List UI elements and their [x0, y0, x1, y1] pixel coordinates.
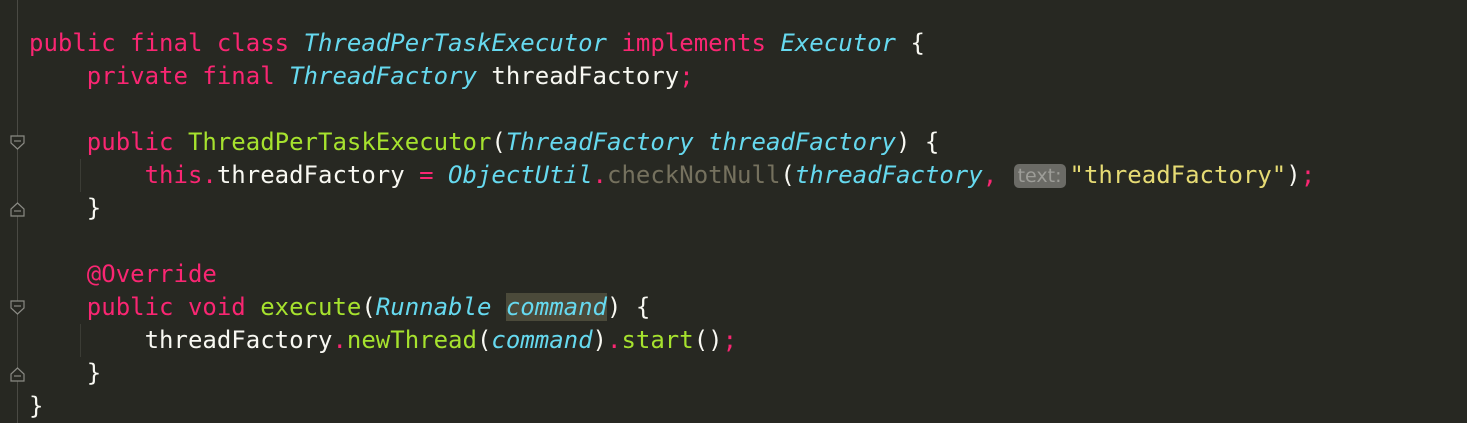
method-name: newThread: [346, 326, 477, 354]
code-line-6: }: [29, 192, 101, 225]
paren: ): [1286, 161, 1301, 189]
code-line-1: public final class ThreadPerTaskExecutor…: [29, 27, 925, 60]
class-name: ObjectUtil: [448, 161, 593, 189]
paren: (: [491, 128, 506, 156]
paren-brace: ) {: [607, 293, 651, 321]
dot: .: [332, 326, 347, 354]
param-type: Runnable: [375, 293, 492, 321]
parameter-hint: text:: [1013, 164, 1066, 188]
keyword: public: [86, 128, 174, 156]
method-name: execute: [260, 293, 362, 321]
type-name: ThreadFactory: [289, 62, 477, 90]
operator: =: [419, 161, 434, 189]
paren: (: [476, 326, 492, 354]
constructor-name: ThreadPerTaskExecutor: [187, 128, 492, 156]
keyword: private: [86, 62, 188, 90]
string-literal: "threadFactory": [1069, 161, 1287, 189]
code-line-2: private final ThreadFactory threadFactor…: [29, 60, 694, 93]
comma: ,: [982, 161, 998, 189]
paren: ): [592, 326, 607, 354]
fold-end-icon[interactable]: [10, 366, 25, 382]
keyword: final: [130, 29, 203, 57]
paren: (: [361, 293, 376, 321]
keyword: this: [144, 161, 203, 189]
brace: }: [29, 392, 44, 420]
field-name: threadFactory: [491, 62, 680, 90]
class-name: ThreadPerTaskExecutor: [303, 29, 607, 57]
parens: (): [693, 326, 723, 354]
code-line-12: }: [29, 390, 43, 423]
brace: }: [86, 359, 102, 387]
keyword: void: [187, 293, 246, 321]
fold-start-icon[interactable]: [10, 300, 25, 316]
param-type: ThreadFactory: [505, 128, 694, 156]
argument: threadFactory: [794, 161, 983, 189]
keyword: final: [202, 62, 275, 90]
code-editor[interactable]: public final class ThreadPerTaskExecutor…: [0, 0, 1467, 423]
field-name: threadFactory: [216, 161, 405, 189]
fold-start-icon[interactable]: [10, 135, 25, 151]
param-name: threadFactory: [708, 128, 896, 156]
semicolon: ;: [679, 62, 694, 90]
method-name: start: [621, 326, 694, 354]
fold-end-icon[interactable]: [10, 201, 25, 217]
method-name: checkNotNull: [607, 161, 781, 189]
dot: .: [202, 161, 217, 189]
semicolon: ;: [1300, 161, 1316, 189]
field-name: threadFactory: [144, 326, 333, 354]
interface-name: Executor: [780, 29, 896, 57]
code-line-4: public ThreadPerTaskExecutor(ThreadFacto…: [29, 126, 940, 159]
dot: .: [592, 161, 607, 189]
semicolon: ;: [722, 326, 738, 354]
paren: (: [780, 161, 795, 189]
param-name-highlighted: command: [505, 293, 608, 321]
code-line-9: public void execute(Runnable command) {: [29, 291, 650, 324]
code-line-10: threadFactory.newThread(command).start()…: [29, 324, 737, 357]
dot: .: [607, 326, 622, 354]
code-line-8: @Override: [29, 258, 217, 291]
brace: {: [910, 29, 925, 57]
brace: }: [86, 194, 102, 222]
paren-brace: ) {: [895, 128, 940, 156]
annotation: @Override: [86, 260, 217, 288]
keyword: class: [216, 29, 290, 57]
code-line-5: this.threadFactory = ObjectUtil.checkNot…: [29, 159, 1316, 192]
code-line-11: }: [29, 357, 101, 390]
keyword: implements: [621, 29, 766, 57]
keyword: public: [29, 29, 116, 57]
argument: command: [491, 326, 593, 354]
keyword: public: [86, 293, 174, 321]
